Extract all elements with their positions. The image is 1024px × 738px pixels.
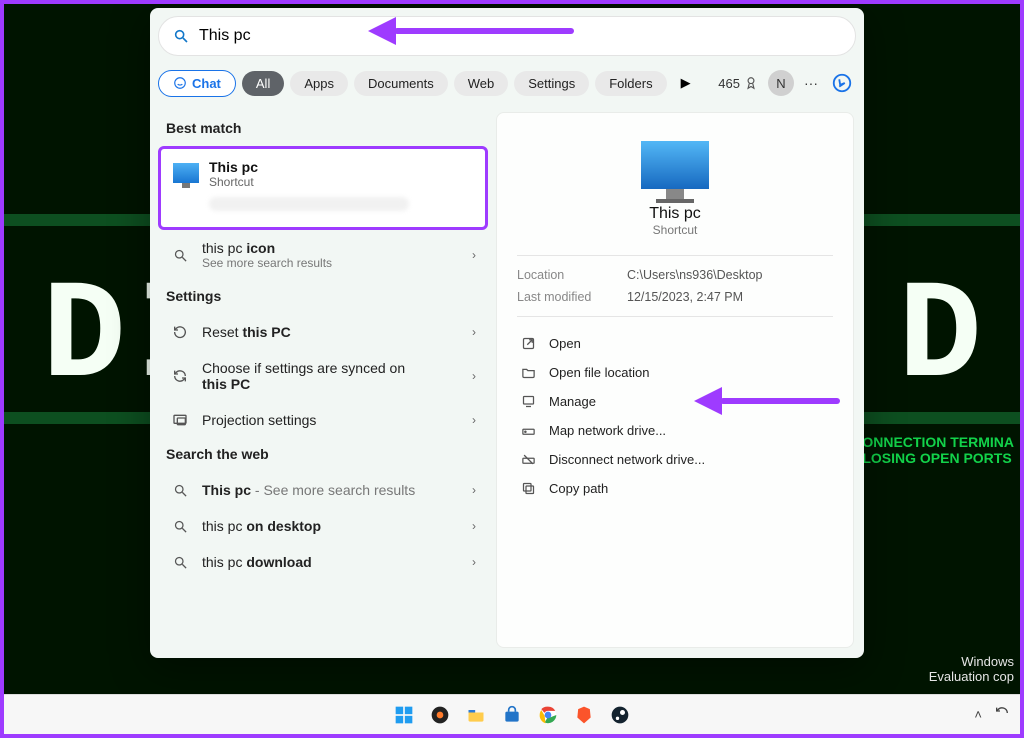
tab-settings[interactable]: Settings (514, 71, 589, 96)
tab-documents[interactable]: Documents (354, 71, 448, 96)
result-subtitle: Shortcut (209, 175, 409, 189)
tab-chat[interactable]: Chat (158, 70, 236, 97)
settings-header: Settings (158, 280, 488, 314)
preview-title: This pc (517, 205, 833, 223)
search-bar[interactable] (158, 16, 856, 56)
filter-tabs: Chat All Apps Documents Web Settings Fol… (158, 66, 856, 100)
taskbar-chrome-icon[interactable] (534, 701, 562, 729)
preview-pane: This pc Shortcut LocationC:\Users\ns936\… (496, 112, 854, 648)
preview-subtitle: Shortcut (517, 223, 833, 237)
tray-chevron-icon[interactable]: ˄ (974, 707, 982, 722)
web-search-this-pc[interactable]: This pc - See more search results › (158, 472, 488, 508)
system-tray[interactable]: ˄ (974, 705, 1010, 724)
taskbar-brave-icon[interactable] (570, 701, 598, 729)
annotation-arrow (720, 398, 840, 404)
taskbar-file-explorer-icon[interactable] (462, 701, 490, 729)
result-title: This pc (209, 159, 409, 175)
sync-icon (170, 368, 190, 384)
action-open-file-location[interactable]: Open file location (517, 358, 833, 387)
search-icon (173, 28, 189, 44)
drive-icon (519, 423, 537, 438)
reset-icon (170, 324, 190, 340)
settings-reset-pc[interactable]: Reset this PC › (158, 314, 488, 350)
settings-sync[interactable]: Choose if settings are synced on this PC… (158, 350, 488, 402)
preview-location: LocationC:\Users\ns936\Desktop (517, 268, 833, 282)
monitor-icon (173, 163, 199, 183)
taskbar-app-icon[interactable] (426, 701, 454, 729)
tab-all[interactable]: All (242, 71, 284, 96)
best-match-result[interactable]: This pc Shortcut (158, 146, 488, 230)
search-icon (170, 248, 190, 263)
taskbar-steam-icon[interactable] (606, 701, 634, 729)
web-search-on-desktop[interactable]: this pc on desktop › (158, 508, 488, 544)
tray-sync-icon[interactable] (994, 705, 1010, 724)
chevron-right-icon: › (472, 555, 476, 569)
manage-icon (519, 394, 537, 409)
search-icon (170, 519, 190, 534)
start-button[interactable] (390, 701, 418, 729)
search-suggestion-icon[interactable]: this pc icon See more search results › (158, 230, 488, 280)
web-search-download[interactable]: this pc download › (158, 544, 488, 580)
chevron-right-icon: › (472, 369, 476, 383)
search-icon (170, 483, 190, 498)
wallpaper-terminal-text: CONNECTION TERMINA CLOSING OPEN PORTS (852, 434, 1014, 466)
chevron-right-icon: › (472, 519, 476, 533)
action-map-network-drive[interactable]: Map network drive... (517, 416, 833, 445)
search-web-header: Search the web (158, 438, 488, 472)
action-open[interactable]: Open (517, 329, 833, 358)
monitor-icon (641, 141, 709, 189)
overflow-menu[interactable]: ··· (804, 75, 818, 91)
projection-icon (170, 412, 190, 428)
drive-disconnect-icon (519, 452, 537, 467)
search-panel: Chat All Apps Documents Web Settings Fol… (150, 8, 864, 658)
settings-projection[interactable]: Projection settings › (158, 402, 488, 438)
action-copy-path[interactable]: Copy path (517, 474, 833, 503)
search-icon (170, 555, 190, 570)
windows-watermark: Windows Evaluation cop (929, 654, 1014, 684)
folder-icon (519, 365, 537, 380)
chevron-right-icon: › (472, 483, 476, 497)
rewards-points[interactable]: 465 (718, 76, 758, 91)
chevron-right-icon: › (472, 413, 476, 427)
bing-icon[interactable] (828, 69, 856, 97)
preview-last-modified: Last modified12/15/2023, 2:47 PM (517, 290, 833, 304)
open-icon (519, 336, 537, 351)
best-match-header: Best match (158, 112, 488, 146)
taskbar: ˄ (4, 694, 1020, 734)
result-path-blurred (209, 197, 409, 211)
wallpaper-text-right: D (898, 259, 982, 418)
action-disconnect-network-drive[interactable]: Disconnect network drive... (517, 445, 833, 474)
taskbar-store-icon[interactable] (498, 701, 526, 729)
copy-icon (519, 481, 537, 496)
tab-apps[interactable]: Apps (290, 71, 348, 96)
chevron-right-icon: › (472, 325, 476, 339)
tab-web[interactable]: Web (454, 71, 509, 96)
annotation-arrow (394, 28, 574, 34)
chevron-right-icon: › (472, 248, 476, 262)
tabs-more-arrow[interactable]: ▶ (673, 75, 699, 91)
tab-folders[interactable]: Folders (595, 71, 666, 96)
user-avatar[interactable]: N (768, 70, 794, 96)
